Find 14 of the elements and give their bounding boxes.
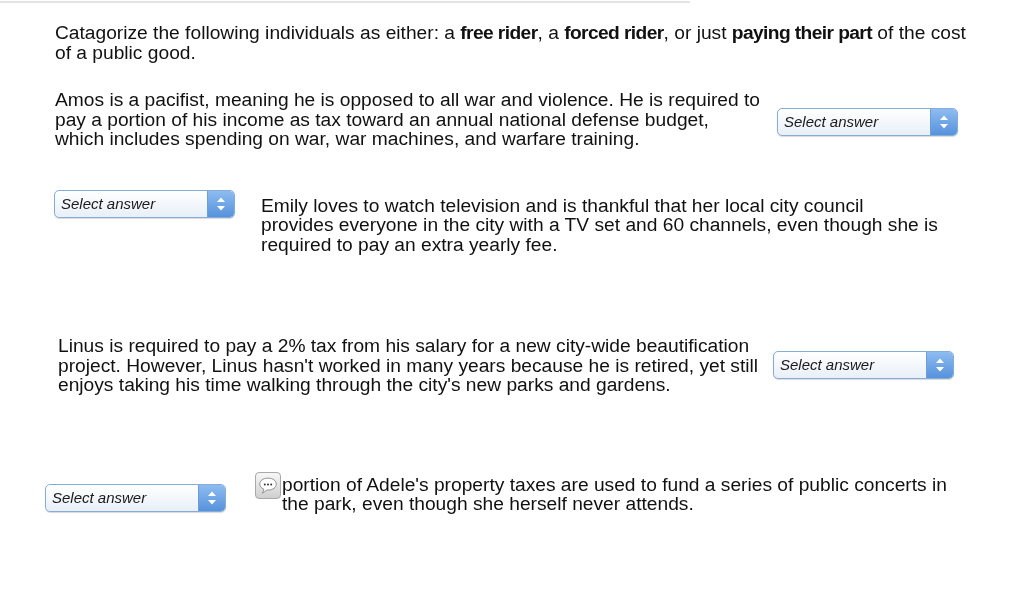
answer-dropdown[interactable]: Select answer — [773, 351, 954, 380]
answer-dropdown[interactable]: Select answer — [54, 189, 235, 218]
question-text: Amos is a pacifist, meaning he is opposed to all war and violence. He is required to pay a portion of his income as tax toward an annual national defense budget, which includes spending on war, war machines, and warfare training. — [55, 90, 761, 149]
answer-dropdown[interactable]: Select answer — [45, 483, 226, 512]
up-down-arrows-icon — [926, 352, 953, 379]
up-down-arrows-icon — [930, 109, 957, 136]
question-text: portion of Adele's property taxes are used to fund a series of public concerts in the park, even though she herself never attends. — [282, 474, 948, 514]
up-down-arrows-icon — [198, 484, 225, 511]
up-down-arrows-icon — [207, 190, 234, 217]
instructions-text: Catagorize the following individuals as either: a free rider, a forced rider, or just paying their part of the cost of a public good. — [55, 23, 967, 62]
speech-bubble-icon[interactable] — [255, 471, 281, 499]
question-text: Emily loves to watch television and is thankful that her local city council provides everyone in the city with a TV set and 60 channels, even though she is required to pay an extra yearly fee. — [261, 195, 939, 254]
answer-dropdown[interactable]: Select answer — [777, 108, 958, 137]
question-text: Linus is required to pay a 2% tax from his salary for a new city-wide beautification project. However, Linus hasn't worked in many years because he is retired, yet still enjoys taking his time walking through the city's new parks and gardens. — [58, 336, 760, 395]
